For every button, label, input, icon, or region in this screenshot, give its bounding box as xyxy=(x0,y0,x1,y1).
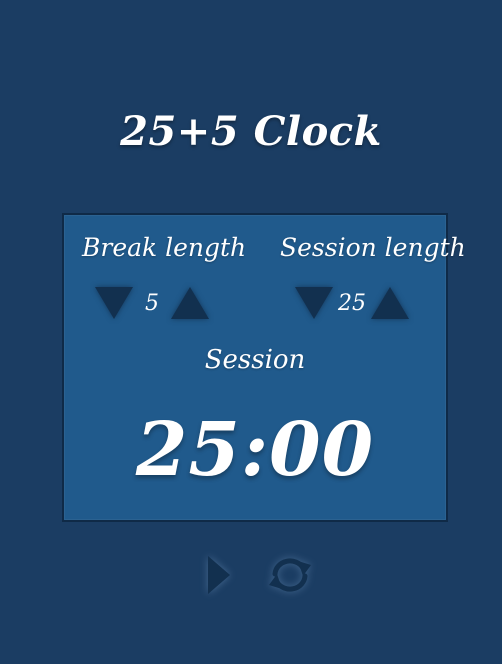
triangle-down-icon xyxy=(295,287,333,319)
app-title: 25+5 Clock xyxy=(120,108,382,155)
start-stop-button[interactable] xyxy=(196,552,242,598)
triangle-down-icon xyxy=(95,287,133,319)
time-left: 25:00 xyxy=(135,407,375,493)
break-label: Break length xyxy=(82,233,247,262)
reset-button[interactable] xyxy=(267,552,313,598)
triangle-up-icon xyxy=(171,287,209,319)
timer-label: Session xyxy=(204,345,306,375)
timer-controls xyxy=(0,552,502,598)
break-length-value: 5 xyxy=(145,290,159,316)
session-length-value: 25 xyxy=(338,290,366,316)
break-increment-button[interactable] xyxy=(170,285,210,321)
session-decrement-button[interactable] xyxy=(294,285,334,321)
clock-panel: Break length Session length 5 25 Session xyxy=(62,213,466,522)
triangle-up-icon xyxy=(371,287,409,319)
refresh-icon xyxy=(269,558,311,592)
session-control: 25 xyxy=(294,285,410,321)
break-decrement-button[interactable] xyxy=(94,285,134,321)
session-label: Session length xyxy=(280,233,466,262)
break-control: 5 xyxy=(94,285,210,321)
session-increment-button[interactable] xyxy=(370,285,410,321)
play-icon xyxy=(208,556,230,594)
